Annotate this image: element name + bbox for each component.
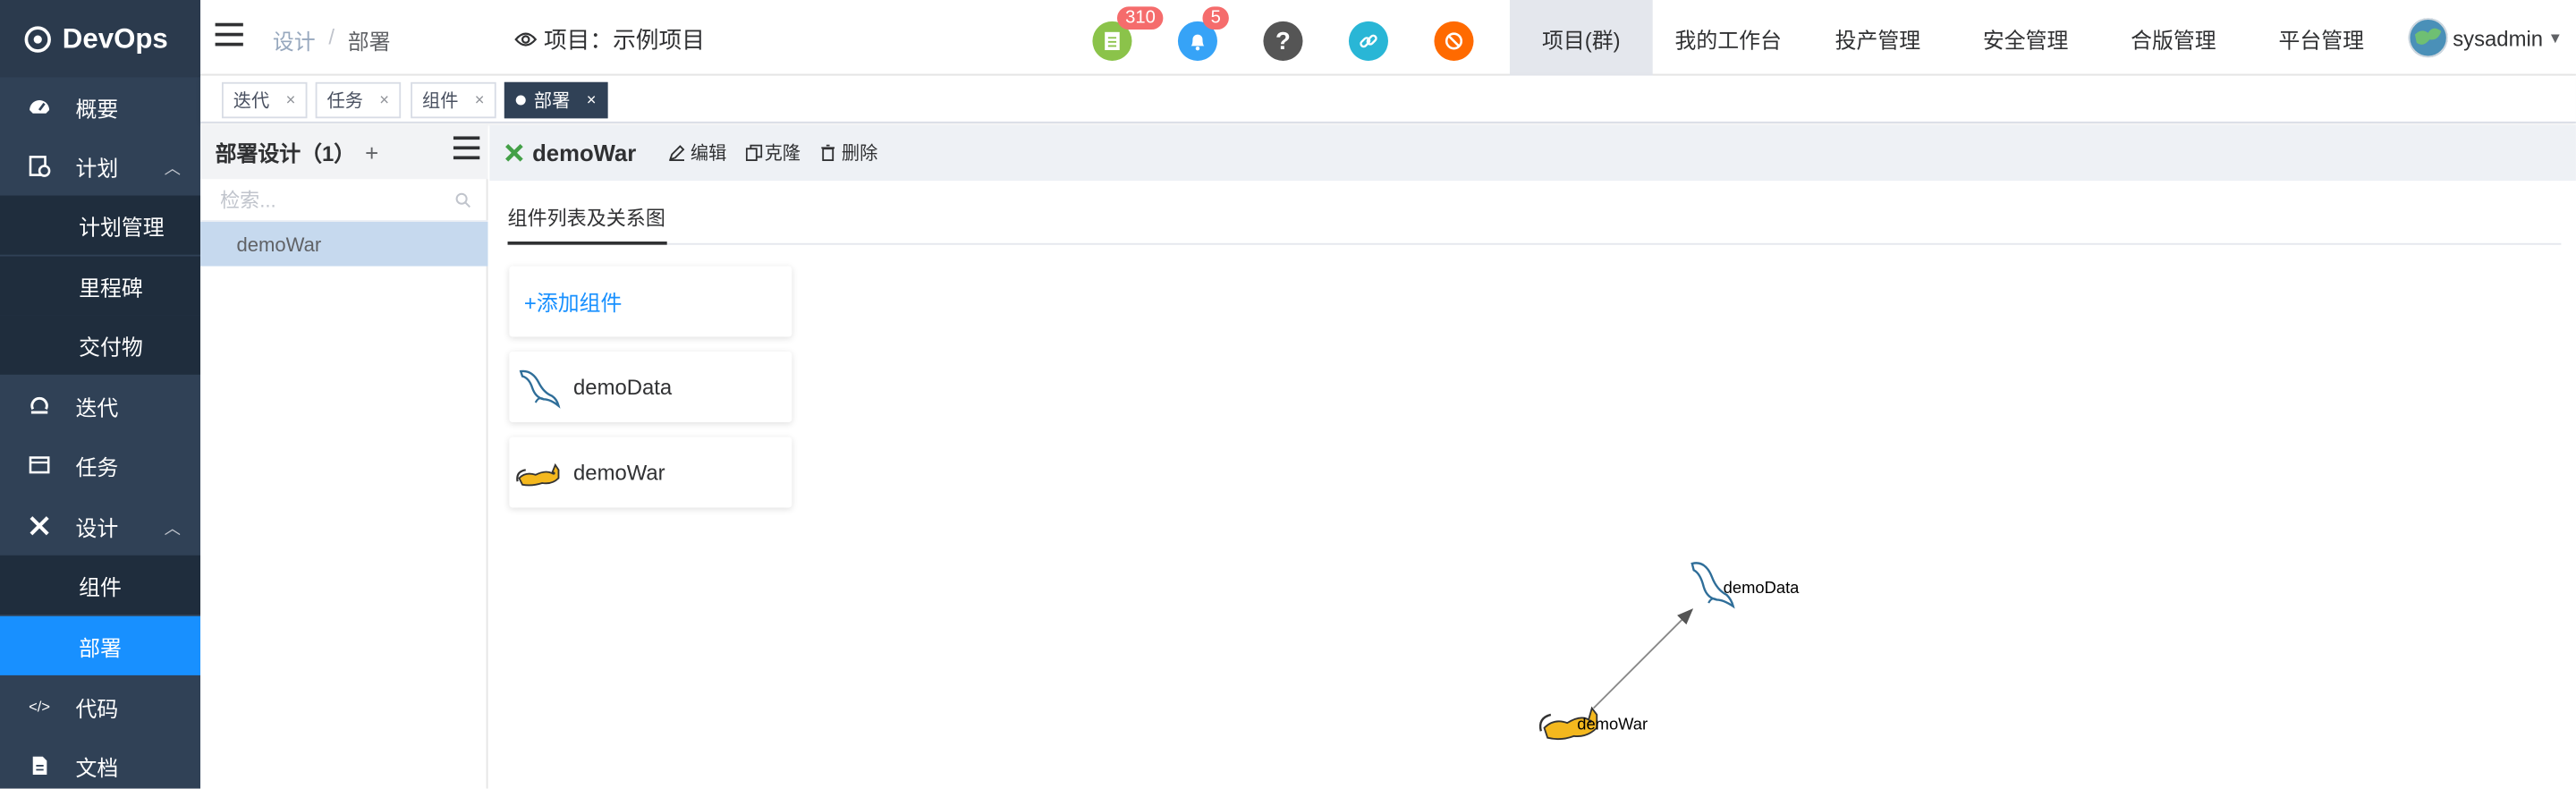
chevron-up-icon: ︿ [164, 520, 182, 539]
tomcat-icon [516, 462, 560, 486]
trash-icon [821, 144, 835, 161]
clone-button[interactable]: 克隆 [746, 140, 801, 165]
project-selector[interactable]: 项目：示例项目 [514, 23, 705, 56]
link-icon[interactable] [1348, 21, 1389, 61]
graph-node-label: demoWar [1577, 714, 1648, 733]
deploy-title: demoWar [532, 140, 637, 166]
tag-task[interactable]: 任务 × [315, 81, 401, 119]
plan-icon [28, 155, 51, 178]
mysql-dolphin-icon [519, 369, 561, 408]
panel-header: 部署设计（1） + [200, 124, 488, 180]
component-card[interactable]: demoData [509, 352, 792, 423]
nav-platform[interactable]: 平台管理 [2248, 0, 2395, 75]
search-icon[interactable] [455, 191, 471, 208]
logo[interactable]: DevOps [0, 0, 201, 78]
tag-component[interactable]: 组件 × [411, 81, 496, 119]
sidebar-item-docs[interactable]: 文档 [0, 736, 200, 789]
todo-count-badge: 310 [1116, 6, 1165, 30]
tools-icon [505, 143, 523, 162]
add-component-button[interactable]: +添加组件 [509, 266, 792, 337]
username: sysadmin [2453, 25, 2544, 51]
code-icon: </> [29, 698, 51, 715]
component-card[interactable]: demoWar [509, 437, 792, 508]
notify-count-badge: 5 [1202, 6, 1230, 30]
add-deploy-button[interactable]: + [365, 139, 378, 165]
logo-text: DevOps [62, 21, 168, 54]
deploy-list-panel: 部署设计（1） + demoWar [200, 124, 488, 789]
graph-edge [1592, 608, 1694, 709]
panel-menu-icon[interactable] [453, 136, 480, 160]
list-item[interactable]: demoWar [200, 221, 488, 267]
nav-my-workbench[interactable]: 我的工作台 [1653, 0, 1804, 75]
dashboard-icon [28, 96, 51, 119]
sidebar-item-overview[interactable]: 概要 [0, 77, 200, 136]
hamburger-icon[interactable] [215, 22, 245, 47]
devops-logo-icon [24, 25, 51, 52]
nav-production[interactable]: 投产管理 [1804, 0, 1952, 75]
block-icon[interactable] [1434, 21, 1474, 61]
breadcrumb-separator: / [328, 24, 335, 50]
breadcrumb-deploy: 部署 [347, 30, 391, 55]
sidebar-item-plan[interactable]: 计划 ︿ [0, 136, 200, 195]
sidebar-item-milestone[interactable]: 里程碑 [0, 256, 201, 316]
help-icon[interactable]: ? [1263, 21, 1303, 61]
nav-merge[interactable]: 合版管理 [2099, 0, 2247, 75]
avatar [2408, 18, 2448, 58]
sidebar-item-code[interactable]: </> 代码 [0, 677, 200, 736]
close-icon[interactable]: × [587, 91, 597, 109]
nav-project-group[interactable]: 项目(群) [1509, 0, 1653, 76]
chevron-up-icon: ︿ [164, 160, 182, 179]
main-content: demoWar 编辑 克隆 删除 组件列表及关系图 +添加组件 demoData… [489, 124, 2576, 789]
close-icon[interactable]: × [379, 91, 389, 109]
search-box [200, 179, 488, 222]
breadcrumb: 设计 / 部署 [273, 25, 391, 56]
relationship-graph: demoData demoWar [1538, 562, 1800, 741]
sidebar-item-task[interactable]: 任务 [0, 436, 200, 495]
close-icon[interactable]: × [286, 91, 296, 109]
task-icon [28, 454, 51, 477]
deploy-toolbar: demoWar 编辑 克隆 删除 [489, 124, 2576, 182]
tag-deploy[interactable]: 部署 × [504, 81, 608, 119]
sidebar-item-plan-management[interactable]: 计划管理 [0, 195, 201, 255]
delete-button[interactable]: 删除 [820, 140, 877, 165]
sidebar-item-deploy[interactable]: 部署 [0, 615, 201, 675]
edit-button[interactable]: 编辑 [669, 140, 726, 165]
sidebar-item-iteration[interactable]: 迭代 [0, 377, 200, 436]
tab-components-graph[interactable]: 组件列表及关系图 [508, 204, 665, 232]
sidebar-item-component[interactable]: 组件 [0, 555, 201, 615]
sidebar-item-deliverable[interactable]: 交付物 [0, 315, 201, 375]
component-name: demoData [573, 374, 673, 400]
sidebar-item-design[interactable]: 设计 ︿ [0, 496, 200, 556]
tools-icon [28, 514, 51, 538]
component-name: demoWar [573, 460, 665, 485]
caret-down-icon: ▼ [2547, 30, 2563, 47]
eye-icon [514, 32, 538, 47]
active-dot-icon [515, 95, 526, 106]
user-menu[interactable]: sysadmin ▼ [2408, 18, 2563, 58]
edit-icon [669, 145, 685, 161]
iteration-icon [28, 394, 51, 418]
project-label: 项目：示例项目 [543, 26, 705, 53]
tab-active-indicator [507, 241, 667, 245]
breadcrumb-design[interactable]: 设计 [273, 25, 316, 56]
graph-node-label: demoData [1724, 578, 1800, 597]
search-input[interactable] [200, 181, 447, 218]
tag-iteration[interactable]: 迭代 × [221, 81, 308, 119]
close-icon[interactable]: × [475, 91, 485, 109]
tab-divider [507, 242, 2562, 245]
copy-icon [746, 144, 763, 161]
sidebar: DevOps 概要 计划 ︿ 计划管理 里程碑 交付物 迭代 任务 设计 ︿ 组… [0, 0, 201, 789]
document-icon [28, 754, 51, 777]
panel-title: 部署设计（1） [215, 140, 356, 166]
nav-security[interactable]: 安全管理 [1952, 0, 2099, 75]
